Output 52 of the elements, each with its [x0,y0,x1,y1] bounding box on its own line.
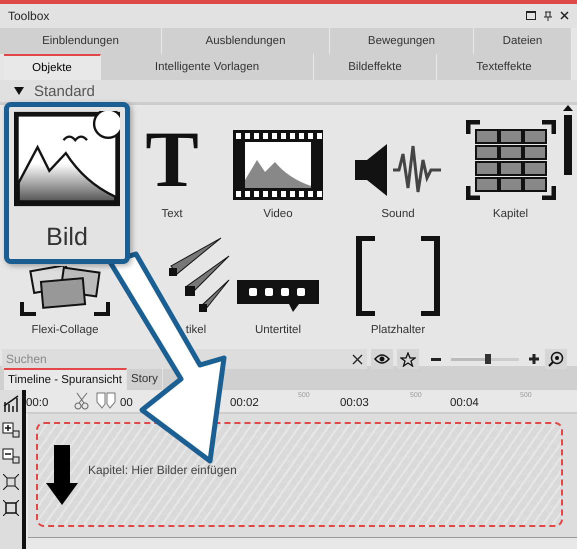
chapter-block[interactable]: Kapitel: Hier Bilder einfügen [36,422,563,527]
chapter-icon [466,120,556,200]
object-item[interactable]: tikel [161,236,231,336]
shrink-icon[interactable] [3,474,19,490]
tab[interactable]: Bewegungen [330,28,474,54]
remove-track-icon[interactable] [2,448,20,464]
object-item[interactable]: Video [233,130,323,220]
eye-button[interactable] [371,349,393,369]
clear-icon[interactable] [352,354,362,364]
group-label: Standard [34,82,95,100]
expand-icon[interactable] [3,500,19,516]
minus-icon[interactable] [431,358,441,360]
film-icon [233,130,323,200]
marker-icon[interactable] [96,392,116,410]
tab[interactable]: Story [126,368,163,390]
ruler-label: 00 [120,397,133,409]
zoom-fit-button[interactable] [545,349,567,369]
scroll-thumb[interactable] [564,115,572,175]
pin-icon[interactable] [544,11,552,21]
photo-stack-icon [20,266,110,316]
window-title: Toolbox [8,9,50,23]
ruler-label: 00:02 [230,397,259,409]
star-button[interactable] [397,349,419,369]
add-track-icon[interactable] [2,422,20,438]
tab[interactable]: Ausblendungen [162,28,330,54]
plus-icon[interactable] [529,354,539,364]
tab[interactable]: Einblendungen [0,28,162,54]
object-item[interactable]: Flexi-Collage [20,266,110,336]
tab[interactable]: Texteffekte [437,54,572,80]
object-item[interactable]: Sound [353,140,443,220]
highlighted-item[interactable]: Bild [4,102,130,264]
chapter-hint: Kapitel: Hier Bilder einfügen [88,462,237,476]
close-icon[interactable] [560,11,569,20]
tab[interactable]: Timeline - Spuransicht [4,368,127,390]
down-arrow-icon [46,444,78,504]
brackets-icon [353,236,443,316]
letter-icon: T [145,120,199,200]
object-item[interactable]: Untertitel [233,276,323,336]
maximize-icon[interactable] [526,11,536,20]
ruler-label: 00:04 [450,397,479,409]
object-item[interactable]: Kapitel [466,120,556,220]
ruler-icon[interactable] [3,394,19,412]
scissors-icon[interactable] [74,392,90,410]
ruler-label: 00:0 [26,397,48,409]
object-item[interactable]: T Text [145,120,199,220]
tab[interactable]: Dateien [474,28,572,54]
scroll-up-icon[interactable] [563,105,573,111]
tab[interactable]: Intelligente Vorlagen [101,54,314,80]
object-item[interactable]: Platzhalter [353,236,443,336]
picture-icon [14,111,120,207]
ruler-label: 00:03 [340,397,369,409]
tab[interactable]: Bildeffekte [314,54,437,80]
